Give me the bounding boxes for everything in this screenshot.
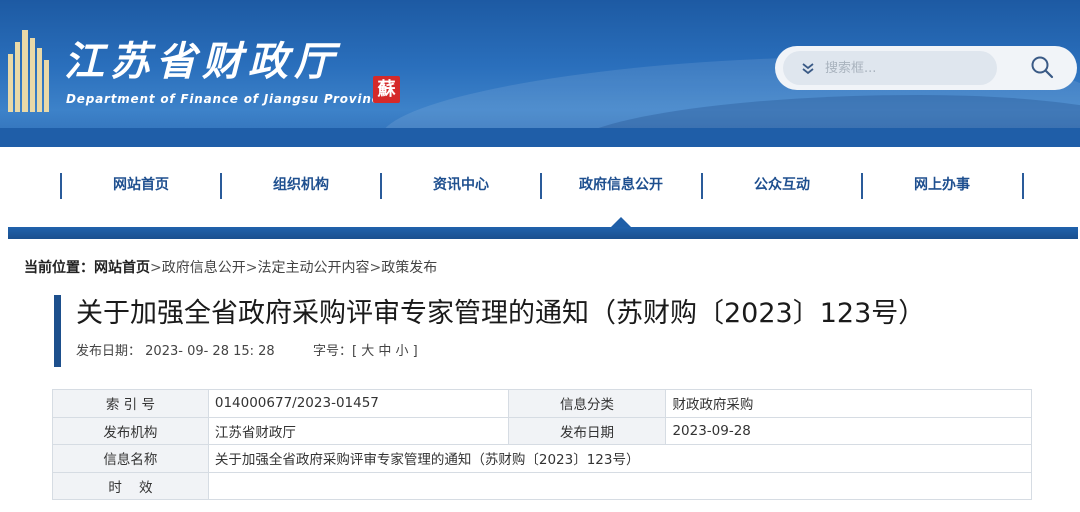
seal-logo: 蘇 xyxy=(373,76,400,103)
publish-date: 2023- 09- 28 15: 28 xyxy=(145,344,275,359)
table-row: 索 引 号 014000677/2023-01457 信息分类 财政政府采购 xyxy=(52,389,1032,418)
nav-item-gov-info[interactable]: 政府信息公开 xyxy=(541,172,701,198)
table-row: 发布机构 江苏省财政厅 发布日期 2023-09-28 xyxy=(52,416,1032,445)
nav-item-online-service[interactable]: 网上办事 xyxy=(862,172,1022,198)
site-logo-chinese[interactable]: 江苏省财政厅 xyxy=(64,38,340,86)
main-nav: 网站首页 组织机构 资讯中心 政府信息公开 公众互动 网上办事 xyxy=(0,147,1080,227)
nav-separator xyxy=(1022,173,1024,199)
site-logo-english: Department of Finance of Jiangsu Provinc… xyxy=(66,92,389,106)
chevron-down-icon[interactable] xyxy=(799,59,817,77)
publisher-value: 江苏省财政厅 xyxy=(207,416,509,445)
publish-date-table-label: 发布日期 xyxy=(507,416,667,445)
breadcrumb-separator: > xyxy=(245,260,258,276)
category-label: 信息分类 xyxy=(507,389,667,418)
header-bottom-band xyxy=(0,128,1080,147)
nav-item-home[interactable]: 网站首页 xyxy=(61,172,221,198)
search-box xyxy=(775,46,1077,90)
info-name-value: 关于加强全省政府采购评审专家管理的通知（苏财购〔2023〕123号） xyxy=(207,444,1033,473)
table-row: 信息名称 关于加强全省政府采购评审专家管理的通知（苏财购〔2023〕123号） xyxy=(52,444,1033,473)
breadcrumb-separator: > xyxy=(150,260,162,276)
breadcrumb-label: 当前位置： xyxy=(24,260,94,276)
index-number-value: 014000677/2023-01457 xyxy=(207,389,509,418)
nav-item-news[interactable]: 资讯中心 xyxy=(381,172,541,198)
validity-label: 时 效 xyxy=(52,471,209,500)
font-size-small-button[interactable]: 小 xyxy=(396,344,409,359)
table-row: 时 效 xyxy=(52,471,1033,500)
nav-item-organization[interactable]: 组织机构 xyxy=(221,172,381,198)
search-icon[interactable] xyxy=(1029,54,1057,82)
article-meta: 发布日期： 2023- 09- 28 15: 28 字号：[ 大 中 小 ] xyxy=(76,343,418,361)
breadcrumb: 当前位置：网站首页>政府信息公开>法定主动公开内容>政策发布 xyxy=(24,258,437,278)
publish-date-label: 发布日期： xyxy=(76,344,142,359)
breadcrumb-link-policy[interactable]: 政策发布 xyxy=(381,260,437,276)
publisher-label: 发布机构 xyxy=(52,416,209,445)
search-input[interactable] xyxy=(825,58,985,78)
font-size-large-button[interactable]: 大 xyxy=(361,344,374,359)
publish-date-table-value: 2023-09-28 xyxy=(665,416,1032,445)
nav-item-interaction[interactable]: 公众互动 xyxy=(702,172,862,198)
nav-bottom-bar xyxy=(8,227,1078,239)
font-size-bracket-end: ] xyxy=(412,344,418,359)
index-number-label: 索 引 号 xyxy=(52,389,209,418)
building-logo-icon xyxy=(8,30,50,112)
font-size-label: 字号：[ xyxy=(312,344,358,359)
nav-active-indicator xyxy=(611,217,631,227)
title-accent-bar xyxy=(54,295,61,367)
breadcrumb-home-link[interactable]: 网站首页 xyxy=(94,260,150,276)
breadcrumb-separator: > xyxy=(369,260,382,276)
info-name-label: 信息名称 xyxy=(52,444,209,473)
font-size-medium-button[interactable]: 中 xyxy=(378,344,391,359)
category-value: 财政政府采购 xyxy=(665,389,1032,418)
breadcrumb-link-gov-info[interactable]: 政府信息公开 xyxy=(162,260,246,276)
breadcrumb-link-statutory[interactable]: 法定主动公开内容 xyxy=(257,260,369,276)
site-header: 江苏省财政厅 Department of Finance of Jiangsu … xyxy=(0,0,1080,147)
validity-value xyxy=(207,471,1033,500)
search-field-container xyxy=(783,51,997,85)
document-info-table: 索 引 号 014000677/2023-01457 信息分类 财政政府采购 发… xyxy=(52,389,1033,500)
article-title: 关于加强全省政府采购评审专家管理的通知（苏财购〔2023〕123号） xyxy=(76,298,926,329)
